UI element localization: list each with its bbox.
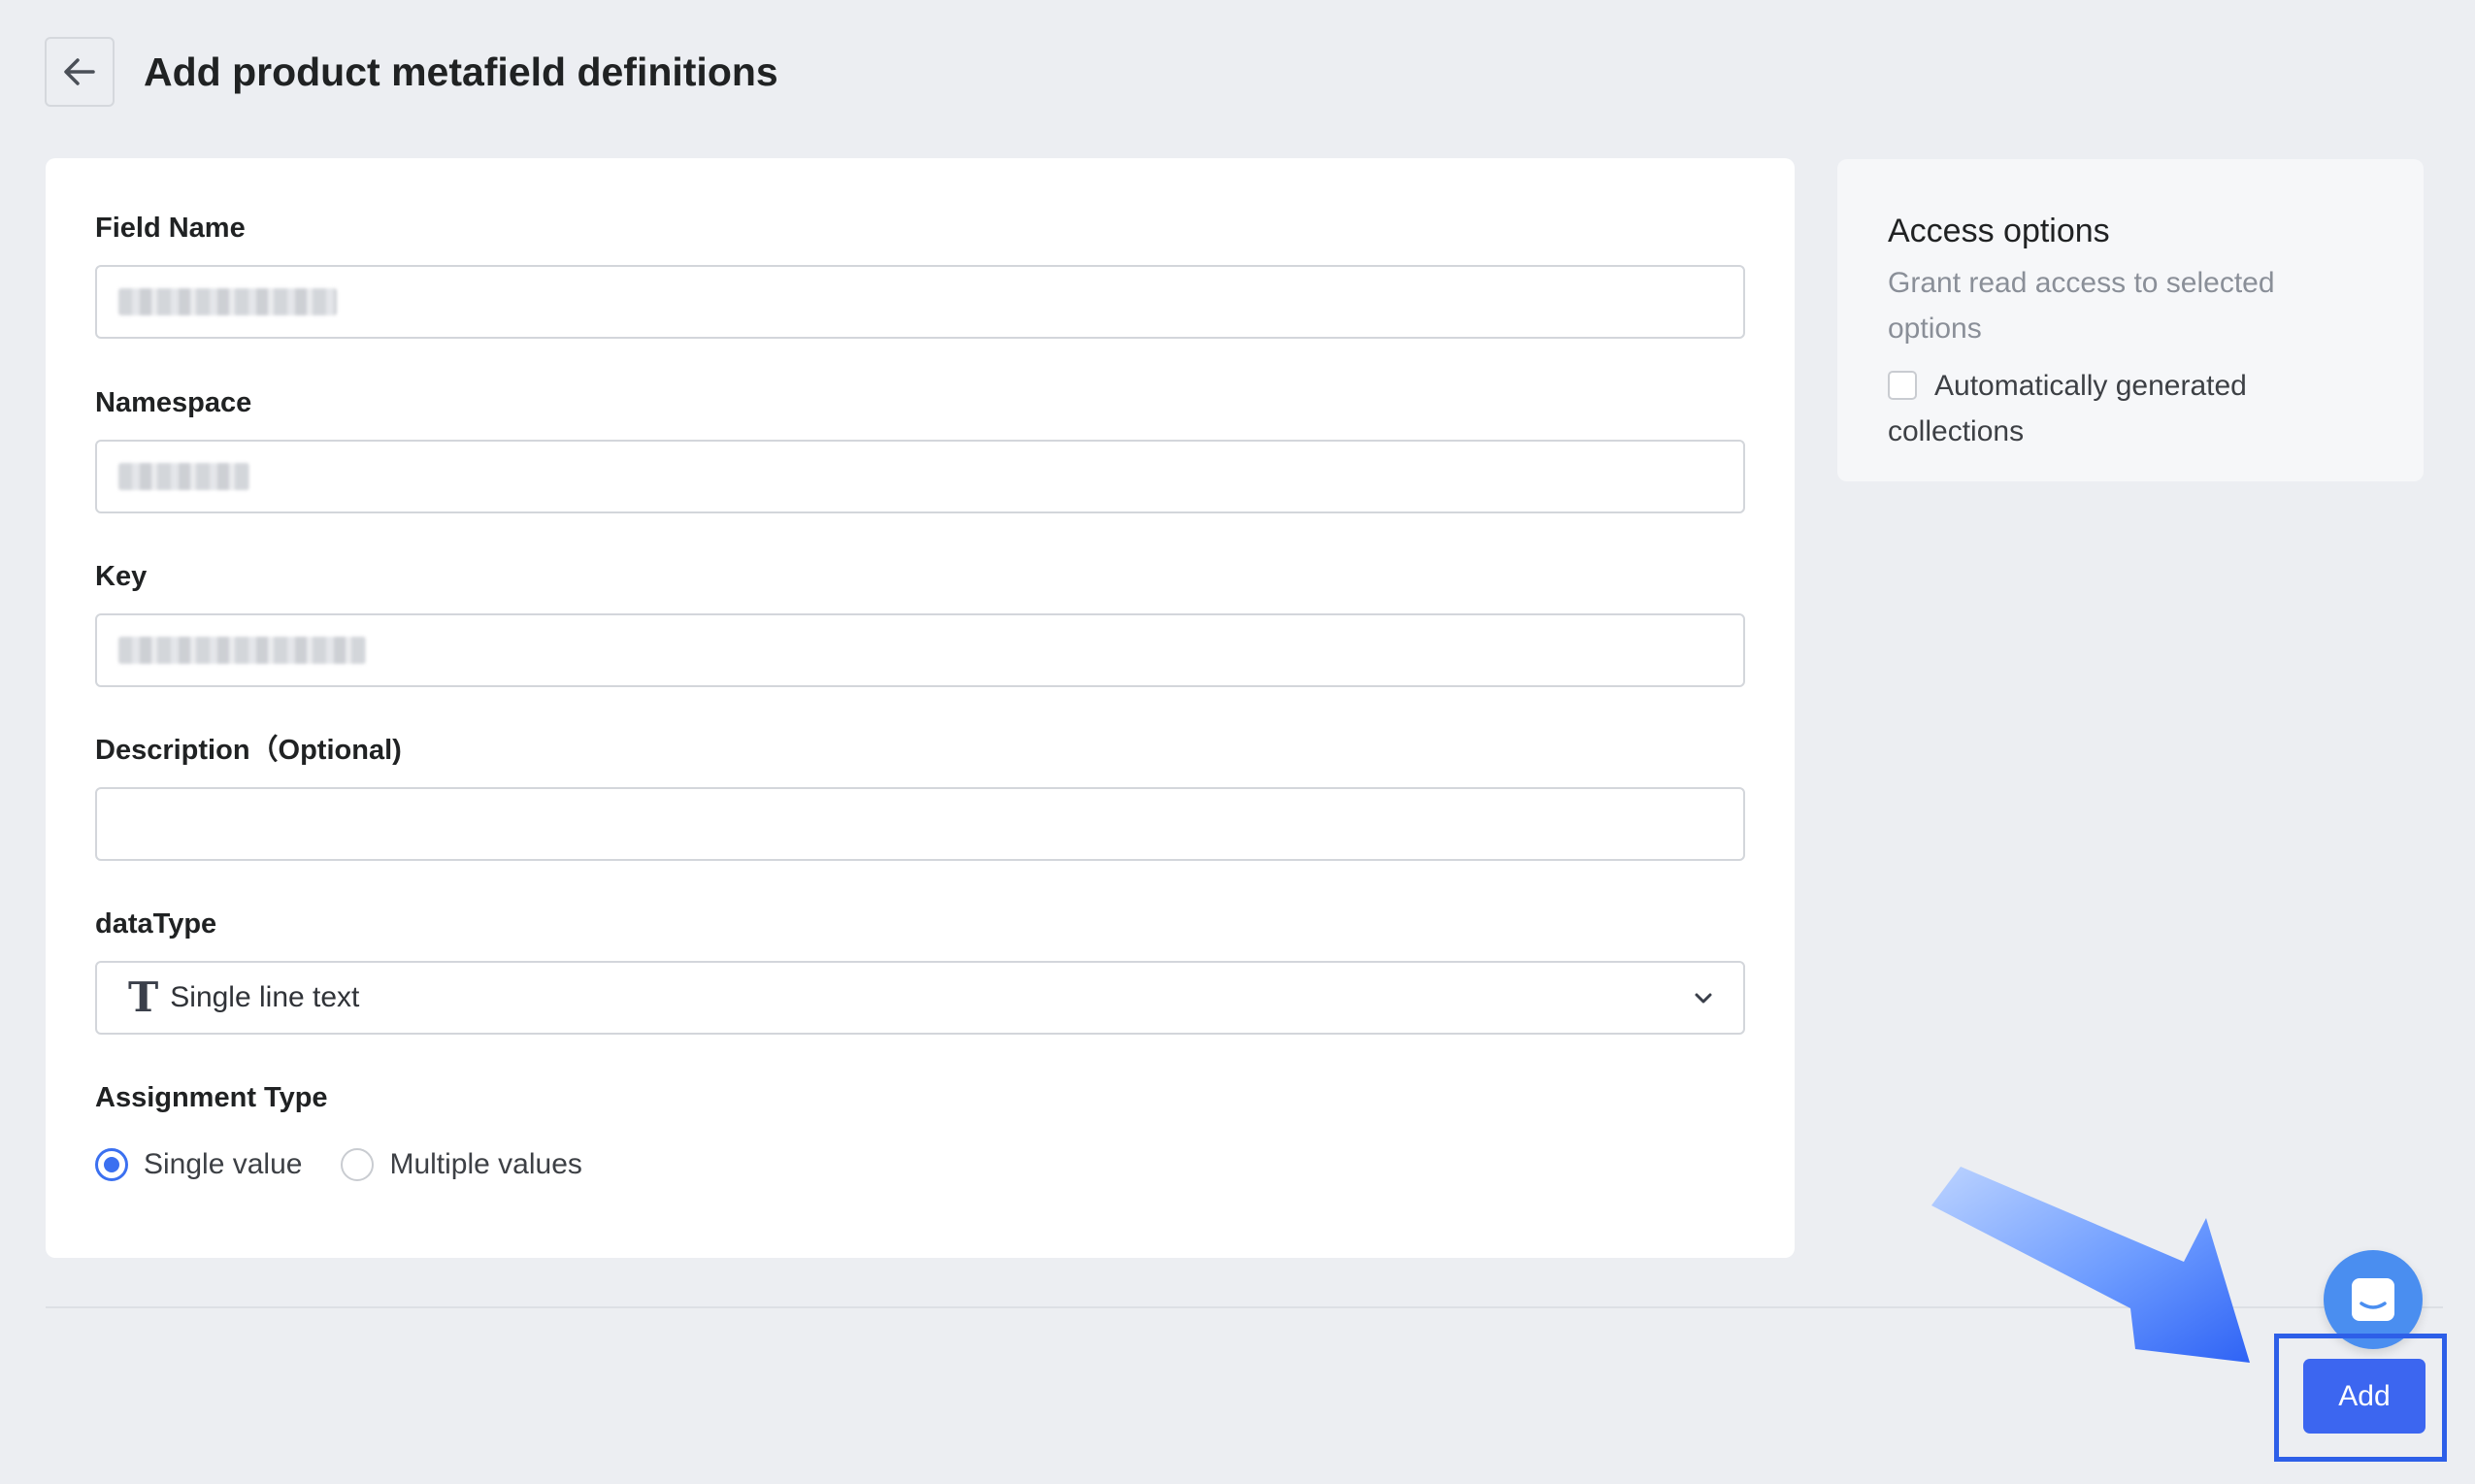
radio-single-value[interactable]: Single value (95, 1148, 302, 1181)
pointer-arrow-icon (1931, 1167, 2250, 1363)
description-input[interactable] (95, 787, 1745, 861)
namespace-group: Namespace (95, 383, 1745, 513)
datatype-select[interactable]: T Single line text (95, 961, 1745, 1035)
assignment-type-label: Assignment Type (95, 1082, 328, 1113)
main-form-card: Field Name Namespace Key Description（Opt… (46, 158, 1795, 1258)
description-label: Description（Optional) (95, 735, 402, 766)
chat-icon (2352, 1278, 2394, 1321)
auto-collections-checkbox[interactable] (1888, 371, 1917, 400)
radio-label: Single value (144, 1148, 303, 1180)
blurred-value (118, 463, 249, 490)
field-name-group: Field Name (95, 209, 1745, 339)
access-options-card: Access options Grant read access to sele… (1837, 159, 2424, 481)
datatype-label: dataType (95, 908, 217, 940)
add-button[interactable]: Add (2303, 1359, 2426, 1434)
radio-multiple-values[interactable]: Multiple values (341, 1148, 582, 1181)
assignment-type-options: Single value Multiple values (95, 1148, 621, 1181)
radio-button-unchecked[interactable] (341, 1148, 375, 1181)
field-name-label: Field Name (95, 213, 246, 244)
access-options-subtitle: Grant read access to selected options (1888, 267, 2275, 345)
blurred-value (118, 288, 337, 315)
key-input[interactable] (95, 613, 1745, 687)
assignment-type-group: Assignment Type (95, 1078, 1745, 1117)
auto-collections-option[interactable]: Automatically generated collections (1888, 363, 2373, 454)
datatype-selected: T Single line text (128, 977, 359, 1018)
datatype-selected-label: Single line text (170, 981, 360, 1013)
page-header: Add product metafield definitions (45, 34, 778, 110)
datatype-group: dataType T Single line text (95, 905, 1745, 1035)
radio-label: Multiple values (389, 1148, 582, 1180)
field-name-input[interactable] (95, 265, 1745, 339)
key-group: Key (95, 557, 1745, 687)
auto-collections-label: Automatically generated collections (1888, 370, 2247, 447)
chevron-down-icon (1695, 993, 1712, 1004)
namespace-input[interactable] (95, 440, 1745, 513)
page-title: Add product metafield definitions (144, 49, 778, 94)
blurred-value (118, 637, 366, 664)
namespace-label: Namespace (95, 387, 252, 418)
text-type-icon: T (128, 973, 159, 1021)
key-label: Key (95, 561, 148, 592)
description-group: Description（Optional) (95, 731, 1745, 861)
arrow-left-icon (64, 58, 95, 85)
radio-button-checked[interactable] (95, 1148, 128, 1181)
access-options-title: Access options (1888, 213, 2110, 249)
back-button[interactable] (45, 37, 115, 107)
